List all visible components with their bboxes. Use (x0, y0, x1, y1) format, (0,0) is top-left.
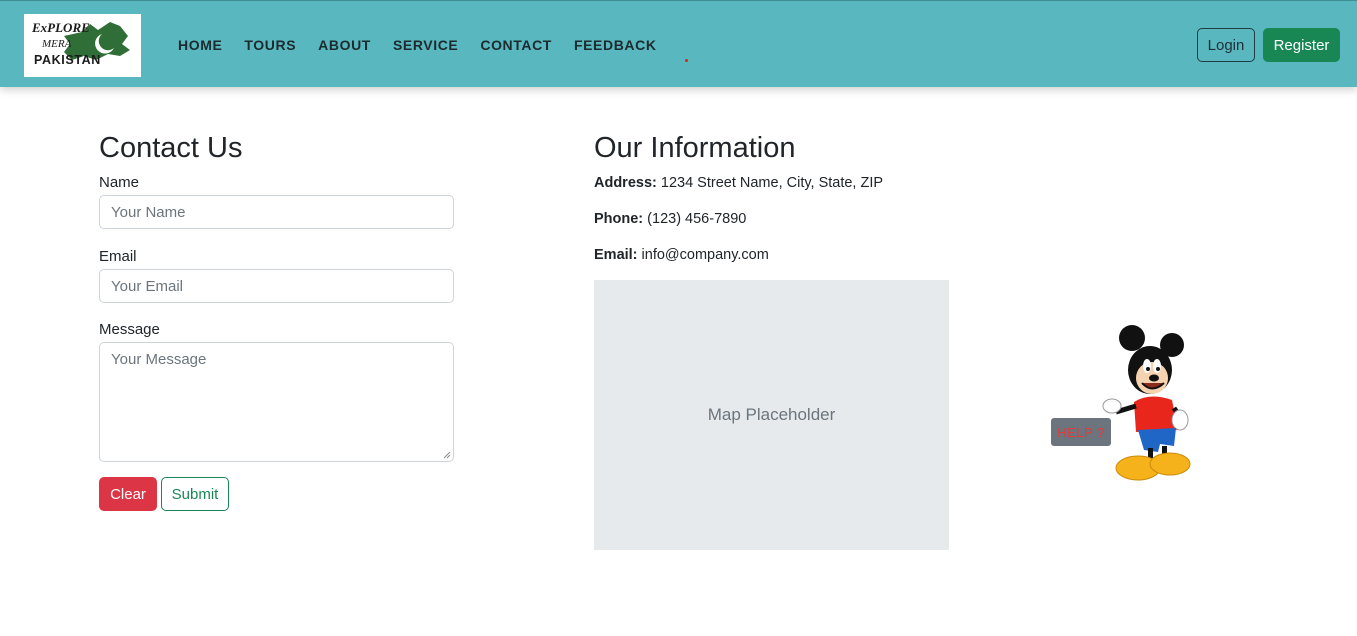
address-label: Address: (594, 175, 657, 191)
nav-about[interactable]: ABOUT (307, 37, 382, 53)
contact-title: Contact Us (99, 132, 243, 164)
email-input[interactable]: Your Email (99, 269, 454, 303)
resize-grip-icon[interactable] (443, 451, 451, 459)
name-label: Name (99, 174, 140, 191)
nav-links: HOME TOURS ABOUT SERVICE CONTACT FEEDBAC… (167, 1, 668, 88)
email-value: info@company.com (641, 247, 769, 263)
email-label: Email (99, 248, 137, 265)
message-placeholder: Your Message (111, 351, 207, 368)
message-textarea[interactable]: Your Message (99, 342, 454, 462)
name-input[interactable]: Your Name (99, 195, 454, 229)
phone-value: (123) 456-7890 (647, 211, 747, 227)
email-line: Email: info@company.com (594, 246, 954, 264)
nav-service[interactable]: SERVICE (382, 37, 469, 53)
register-button[interactable]: Register (1263, 28, 1340, 62)
site-logo[interactable]: ExPLORE MERA PAKISTAN (24, 14, 141, 77)
information-title: Our Information (594, 132, 796, 164)
help-button[interactable]: HELP ? (1051, 418, 1111, 446)
nav-feedback[interactable]: FEEDBACK (563, 37, 668, 53)
form-buttons: Clear Submit (99, 477, 454, 511)
address-value: 1234 Street Name, City, State, ZIP (660, 175, 884, 191)
map-placeholder: Map Placeholder (594, 280, 949, 550)
nav-tours[interactable]: TOURS (233, 37, 307, 53)
email-info-label: Email: (594, 247, 638, 263)
phone-line: Phone: (123) 456-7890 (594, 210, 954, 228)
nav-home[interactable]: HOME (167, 37, 233, 53)
login-button[interactable]: Login (1197, 28, 1255, 62)
logo-text-2: MERA (41, 38, 72, 50)
message-label: Message (99, 321, 160, 338)
clear-button[interactable]: Clear (99, 477, 157, 511)
information-section: Our Information Address: 1234 Street Nam… (594, 130, 954, 264)
contact-form: Contact Us Name Your Name Email Your Ema… (99, 130, 454, 511)
navbar: ExPLORE MERA PAKISTAN HOME TOURS ABOUT S… (0, 0, 1357, 87)
mickey-mascot-image[interactable] (1092, 320, 1202, 485)
nav-contact[interactable]: CONTACT (469, 37, 563, 53)
phone-label: Phone: (594, 211, 644, 227)
address-line: Address: 1234 Street Name, City, State, … (594, 174, 954, 192)
decorative-dot (685, 59, 688, 62)
logo-text-3: PAKISTAN (34, 53, 101, 67)
logo-text-1: ExPLORE (31, 20, 90, 35)
map-text: Map Placeholder (707, 405, 836, 424)
submit-button[interactable]: Submit (161, 477, 229, 511)
